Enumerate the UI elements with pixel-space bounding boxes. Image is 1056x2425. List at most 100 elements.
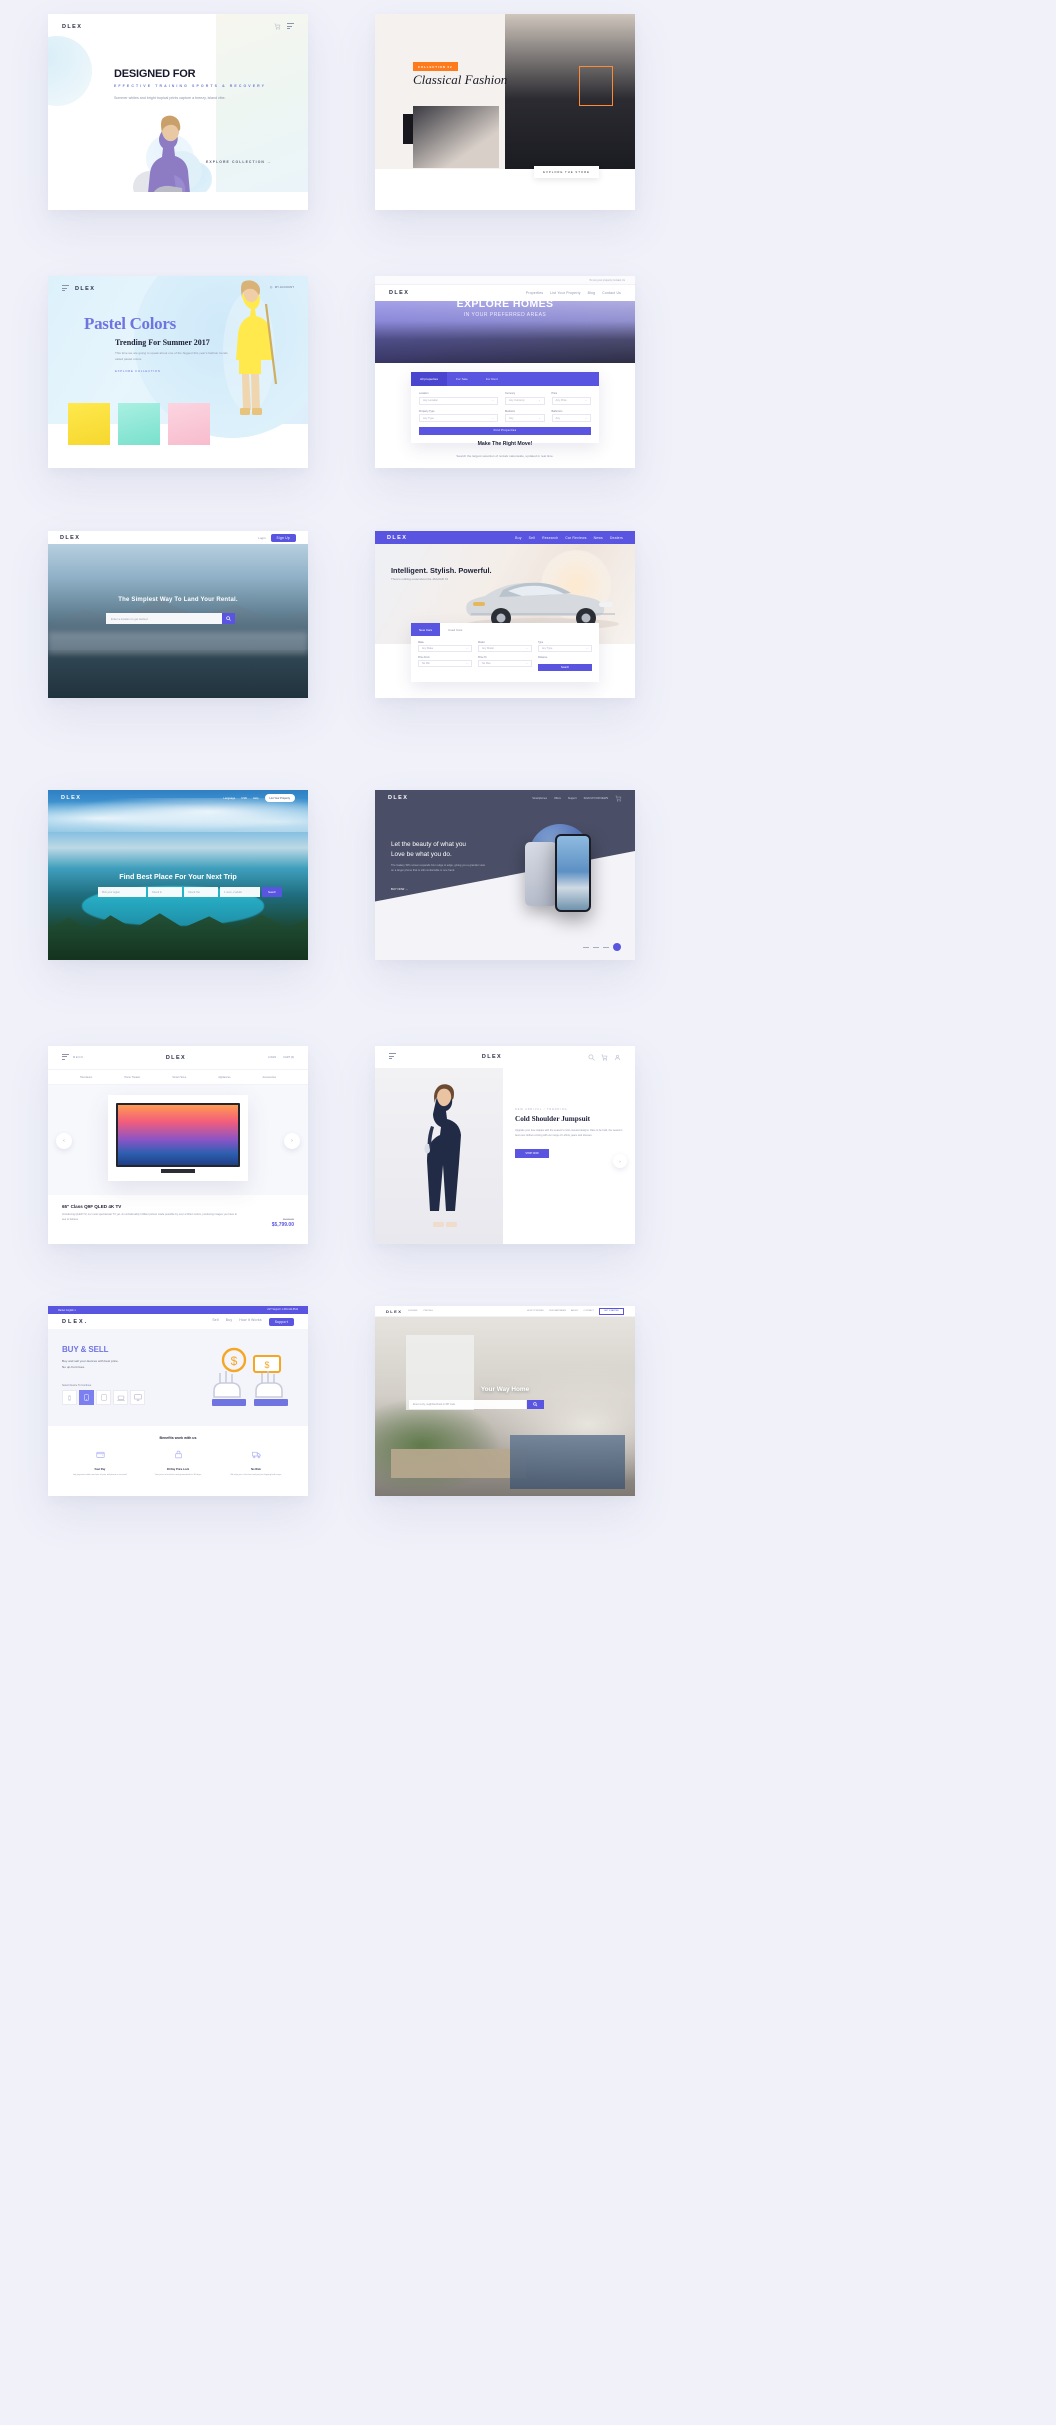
mockup-card-buy-sell[interactable]: Market: English ▾ 24/7 Support: 1-333-44…	[48, 1306, 308, 1496]
nav-item-blog[interactable]: Blog	[588, 291, 596, 295]
thumbnail-yellow[interactable]	[68, 403, 110, 445]
mockup-card-car-dealer[interactable]: DLEX Buy Sell Research Car Reviews News …	[375, 531, 635, 698]
nav-item-houses[interactable]: HOUSES	[408, 1310, 417, 1312]
device-option-phone[interactable]	[79, 1390, 94, 1406]
mockup-card-phone-product[interactable]: DLEX Smartphones Offers Support SIGN UP …	[375, 790, 635, 960]
tab-for-rent[interactable]: For Rent	[477, 372, 507, 386]
mockup-card-explore-homes[interactable]: To List your property Contact Us DLEX Pr…	[375, 276, 635, 468]
brand-logo[interactable]: DLEX	[388, 795, 408, 801]
support-phone[interactable]: 24/7 Support: 1-333-444-5544	[267, 1309, 298, 1311]
price-from-select[interactable]: No Min ⌄	[418, 660, 472, 668]
pager-active-dot[interactable]	[613, 943, 621, 951]
search-button[interactable]	[222, 613, 235, 624]
nav-item-news[interactable]: News	[594, 536, 603, 540]
chevron-left-icon[interactable]: ‹	[56, 1133, 72, 1149]
mockup-card-designed-for[interactable]: DLEX DESIGNED FOR EFFECTIVE TRAINING SPO…	[48, 14, 308, 210]
nav-item-contact[interactable]: Contact Us	[602, 291, 621, 295]
cart-icon[interactable]	[274, 23, 281, 30]
subnav-home-theater[interactable]: Home Theater	[124, 1076, 140, 1079]
nav-item-currency[interactable]: USD	[241, 797, 247, 800]
cart-icon[interactable]	[601, 1054, 608, 1061]
nav-item-about[interactable]: ABOUT	[571, 1310, 579, 1312]
nav-item-offers[interactable]: Offers	[554, 797, 561, 800]
explore-collection-link[interactable]: EXPLORE COLLECTION →	[206, 160, 272, 164]
nav-item-contact[interactable]: CONTACT	[584, 1310, 594, 1312]
explore-store-button[interactable]: EXPLORE THE STORE	[534, 166, 599, 178]
region-input[interactable]: Pick your region	[98, 887, 146, 897]
cart-link[interactable]: CART (0)	[283, 1056, 294, 1059]
device-option-tablet[interactable]	[96, 1390, 111, 1406]
menu-icon[interactable]	[287, 23, 294, 31]
make-select[interactable]: Any Make ⌄	[418, 645, 472, 653]
nav-item-properties[interactable]: Properties	[526, 291, 543, 295]
cart-icon[interactable]	[615, 795, 622, 802]
tab-new-cars[interactable]: New Cars	[411, 623, 441, 636]
brand-logo[interactable]: DLEX	[166, 1055, 186, 1061]
thumbnail-mint[interactable]	[118, 403, 160, 445]
subnav-appliances[interactable]: Appliances	[218, 1076, 230, 1079]
explore-collection-link[interactable]: EXPLORE COLLECTION	[115, 369, 161, 373]
nav-item-smartphones[interactable]: Smartphones	[532, 797, 547, 800]
mockup-card-your-way-home[interactable]: DLEX HOUSES PRICING HOW IT WORKS OUR PAR…	[375, 1306, 635, 1496]
nav-item-how-it-works[interactable]: How It Works	[239, 1318, 262, 1326]
model-select[interactable]: Any Model ⌄	[478, 645, 532, 653]
search-button[interactable]	[527, 1400, 544, 1409]
thumbnail-pink[interactable]	[168, 403, 210, 445]
property-type-select[interactable]: Any Type ⌄	[419, 414, 498, 422]
brand-logo[interactable]: DLEX	[386, 1309, 402, 1314]
menu-icon[interactable]	[389, 1053, 396, 1061]
nav-item-login[interactable]: Login	[258, 536, 265, 540]
bedroom-select[interactable]: Any ⌄	[505, 414, 545, 422]
chevron-right-icon[interactable]: ›	[613, 1154, 627, 1168]
brand-logo[interactable]: DLEX	[60, 535, 80, 541]
nav-item-list-property[interactable]: List Your Property	[550, 291, 580, 295]
location-input[interactable]: Enter a location to get started	[106, 613, 222, 624]
brand-logo[interactable]: DLEX	[75, 286, 95, 292]
subnav-smart-home[interactable]: Smart Home	[172, 1076, 186, 1079]
nav-item-buy[interactable]: Buy	[226, 1318, 232, 1326]
search-button[interactable]: Search	[538, 664, 592, 672]
price-to-select[interactable]: No Max ⌄	[478, 660, 532, 668]
nav-item-help[interactable]: Help	[253, 797, 259, 800]
checkout-input[interactable]: Check Out	[184, 887, 218, 897]
brand-logo[interactable]: DLEX	[62, 24, 82, 30]
nav-item-support[interactable]: Support	[268, 1317, 294, 1326]
mockup-card-travel-trip[interactable]: DLEX Language USD Help List Your Propert…	[48, 790, 308, 960]
contact-us-text[interactable]: To List your property Contact Us	[589, 279, 625, 282]
mockup-card-qled-tv[interactable]: MENU DLEX LOGIN CART (0) Televisions Hom…	[48, 1046, 308, 1244]
device-option-laptop[interactable]	[113, 1390, 128, 1406]
chevron-right-icon[interactable]: ›	[284, 1133, 300, 1149]
nav-item-how-it-works[interactable]: HOW IT WORKS	[527, 1310, 544, 1312]
menu-icon[interactable]	[62, 1053, 69, 1062]
mockup-card-classical-fashion[interactable]: COLLECTION 02 Classical Fashion EXPLORE …	[375, 14, 635, 210]
nav-item-car-reviews[interactable]: Car Reviews	[565, 536, 586, 540]
shop-now-button[interactable]: SHOP NOW	[515, 1148, 549, 1158]
tab-for-sale[interactable]: For Sale	[447, 372, 477, 386]
user-icon[interactable]	[614, 1054, 621, 1061]
location-input[interactable]: Enter a city, neighbourhood or ZIP code	[409, 1400, 527, 1409]
nav-item-language[interactable]: Language	[223, 797, 235, 800]
signup-news-link[interactable]: SIGN UP FOR NEWS	[584, 797, 608, 800]
nav-item-buy[interactable]: Buy	[515, 536, 521, 540]
carousel-pagination[interactable]	[583, 943, 621, 951]
device-option-watch[interactable]	[62, 1390, 77, 1406]
guests-input[interactable]: 1 room, 2 adults	[220, 887, 260, 897]
market-selector[interactable]: Market: English ▾	[58, 1309, 76, 1312]
nav-item-dealers[interactable]: Dealers	[610, 536, 623, 540]
checkin-input[interactable]: Check In	[148, 887, 182, 897]
login-link[interactable]: LOGIN	[268, 1056, 276, 1059]
search-icon[interactable]	[588, 1054, 595, 1061]
brand-logo[interactable]: DLEX.	[62, 1319, 88, 1325]
brand-logo[interactable]: DLEX	[482, 1054, 502, 1060]
nav-item-support[interactable]: Support	[568, 797, 577, 800]
price-select[interactable]: Any Price ⌄	[551, 396, 591, 405]
mockup-card-rental-landing[interactable]: DLEX Login Sign Up The Simplest Way To L…	[48, 531, 308, 698]
nav-item-sell[interactable]: Sell	[212, 1318, 218, 1326]
mockup-card-jumpsuit[interactable]: DLEX NEW ARRIVAL / TRENDING Cold Shoulde…	[375, 1046, 635, 1244]
buy-now-link[interactable]: BUY NOW →	[391, 887, 408, 891]
list-property-button[interactable]: List Your Property	[264, 794, 295, 802]
location-select[interactable]: Any Location ⌄	[419, 396, 498, 405]
tab-used-cars[interactable]: Used Cars	[440, 623, 470, 636]
nav-item-pricing[interactable]: PRICING	[424, 1310, 433, 1312]
nav-item-research[interactable]: Research	[542, 536, 558, 540]
